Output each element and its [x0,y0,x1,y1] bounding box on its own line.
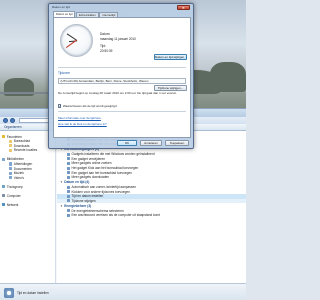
dst-warning-checkbox[interactable]: Waarschuwen als de tijd wordt gewijzigd [58,104,117,109]
recent-places-icon [9,148,13,153]
organize-menu[interactable]: Organiseren [4,125,22,129]
date-value: maandag 11 januari 2010 [100,37,136,41]
network-group: Netwerk [2,202,55,207]
gadget-icon [67,161,70,165]
datetime-dialog: Datum en tijd ✕ Datum en tijd Extra klok… [48,3,194,149]
checkbox-checked-icon[interactable] [58,104,62,109]
time-heading: Tijd: [100,44,106,48]
details-label: Tijd en datum instellen [17,290,49,295]
list-item[interactable]: Een wachtwoord vereisen als de computer … [57,213,246,218]
clock-icon [67,185,70,189]
desktop-icon [9,139,13,143]
power-icon [67,209,70,213]
search-results-pane: De computer instellen voor het gebruik v… [57,131,246,283]
dialog-button-row: OK Annuleren Toepassen [49,140,195,147]
sidebar-item-videos[interactable]: Video's [2,176,55,181]
gadget-icon [67,157,70,161]
gadget-icon [67,166,70,170]
sidebar-item-homegroup[interactable]: Thuisgroep [2,184,55,189]
clock-icon [67,199,70,203]
date-heading: Datum: [100,32,111,36]
analog-clock-icon [60,24,93,57]
gadget-icon [67,171,70,175]
clock-icon [67,194,70,198]
sidebar-item-network[interactable]: Netwerk [2,202,55,207]
change-timezone-button[interactable]: Tijdzone wijzigen... [154,85,187,91]
libraries-group: Bibliotheken Afbeeldingen Documenten Muz… [2,157,55,180]
ok-button[interactable]: OK [117,140,137,146]
homegroup-icon [2,185,6,189]
downloads-icon [9,144,13,148]
dst-notice: De zomertijd begint op zondag 28 maart 2… [58,91,177,95]
timezone-info-link[interactable]: Meer informatie over de tijdzone [58,116,101,120]
music-icon [9,171,13,175]
dialog-title: Datum en tijd [52,5,70,9]
clock-icon [67,190,70,194]
navigation-pane: Favorieten Bureaublad Downloads Recente … [0,131,56,283]
gadget-icon [67,175,70,179]
documents-icon [9,167,13,171]
power-icon [67,213,70,217]
sidebar-item-computer[interactable]: Computer [2,193,55,198]
help-link[interactable]: Hoe stel ik de klok en de tijdzone in? [58,122,107,126]
gadget-icon [67,152,70,156]
details-pane: Tijd en datum instellen [0,283,246,300]
chevron-down-icon: ▼ [60,180,63,185]
clock-icon [4,287,14,298]
change-datetime-button[interactable]: Datum en tijd wijzigen... [154,54,187,60]
checkbox-label: Waarschuwen als de tijd wordt gewijzigd [62,104,117,108]
library-icon [2,157,6,161]
apply-button[interactable]: Toepassen [165,140,189,146]
back-button[interactable] [3,118,8,123]
forward-button[interactable] [10,118,15,123]
chevron-down-icon: ▼ [60,203,63,208]
background-tree [210,62,246,92]
timezone-heading: Tijdzone [58,71,70,75]
star-icon [2,134,6,139]
close-button[interactable]: ✕ [177,4,190,10]
tab-panel-date-time: Datum: maandag 11 januari 2010 Tijd: 20:… [53,17,191,138]
timezone-value: (UTC+01:00) Amsterdam, Berlijn, Bern, Ro… [58,78,186,84]
videos-icon [9,176,13,180]
computer-icon [2,194,6,198]
computer-group: Computer [2,193,55,198]
pictures-icon [9,162,13,166]
time-value: 20:50:39 [100,49,113,53]
homegroup-group: Thuisgroep [2,184,55,189]
network-icon [2,203,6,207]
sidebar-item-recent[interactable]: Recente locaties [2,148,55,153]
cancel-button[interactable]: Annuleren [140,140,162,146]
